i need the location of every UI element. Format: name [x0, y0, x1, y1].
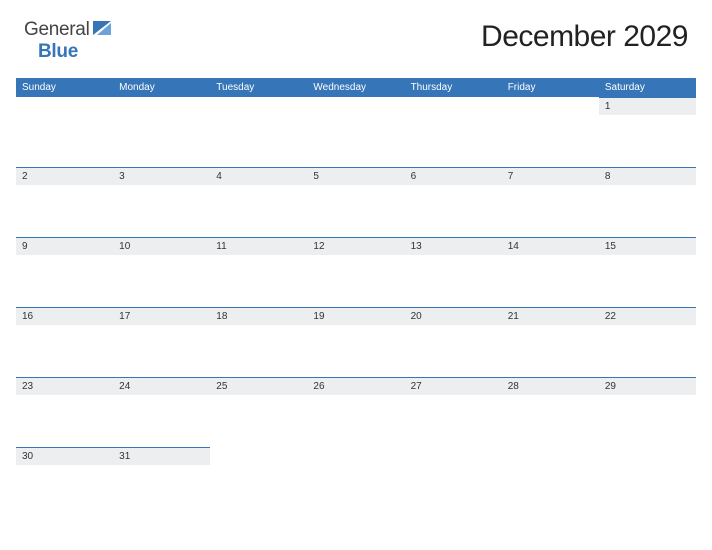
calendar-title: December 2029 [481, 20, 688, 54]
day-number: 4 [210, 168, 307, 185]
day-number: 3 [113, 168, 210, 185]
calendar-day-empty [210, 447, 307, 517]
calendar-day-empty [502, 447, 599, 517]
calendar-day: 7 [502, 167, 599, 237]
logo-triangle-icon [93, 21, 113, 37]
day-number: 20 [405, 308, 502, 325]
day-number: 28 [502, 378, 599, 395]
weekday-header: Saturday [599, 79, 696, 97]
calendar-day: 14 [502, 237, 599, 307]
calendar-day: 10 [113, 237, 210, 307]
calendar-day: 24 [113, 377, 210, 447]
day-number: 21 [502, 308, 599, 325]
weekday-header-row: Sunday Monday Tuesday Wednesday Thursday… [16, 78, 696, 97]
calendar-day-empty [502, 97, 599, 167]
calendar-day: 9 [16, 237, 113, 307]
calendar-day: 3 [113, 167, 210, 237]
calendar-day-empty [405, 97, 502, 167]
calendar-day: 26 [307, 377, 404, 447]
calendar-day-empty [16, 97, 113, 167]
day-number: 7 [502, 168, 599, 185]
calendar-day: 25 [210, 377, 307, 447]
weekday-header: Sunday [16, 79, 113, 97]
calendar-day: 20 [405, 307, 502, 377]
calendar-day: 21 [502, 307, 599, 377]
calendar-day-empty [307, 447, 404, 517]
day-number: 15 [599, 238, 696, 255]
calendar-day: 4 [210, 167, 307, 237]
calendar-day: 1 [599, 97, 696, 167]
day-number: 11 [210, 238, 307, 255]
calendar-day-empty [113, 97, 210, 167]
calendar-day: 27 [405, 377, 502, 447]
day-number: 29 [599, 378, 696, 395]
calendar-day: 8 [599, 167, 696, 237]
calendar-day: 5 [307, 167, 404, 237]
calendar-week: 9 10 11 12 13 14 15 [16, 237, 696, 307]
day-number: 5 [307, 168, 404, 185]
calendar-day: 15 [599, 237, 696, 307]
day-number: 17 [113, 308, 210, 325]
calendar-day: 17 [113, 307, 210, 377]
calendar-day: 23 [16, 377, 113, 447]
day-number: 10 [113, 238, 210, 255]
calendar-grid: Sunday Monday Tuesday Wednesday Thursday… [16, 78, 696, 517]
day-number: 2 [16, 168, 113, 185]
calendar-day: 13 [405, 237, 502, 307]
weekday-header: Wednesday [307, 79, 404, 97]
calendar-day-empty [405, 447, 502, 517]
calendar-header: General Blue December 2029 [16, 20, 696, 62]
calendar-day: 30 [16, 447, 113, 517]
calendar-day: 29 [599, 377, 696, 447]
day-number: 30 [16, 448, 113, 465]
brand-logo: General Blue [24, 20, 113, 62]
calendar-day: 16 [16, 307, 113, 377]
weekday-header: Friday [502, 79, 599, 97]
day-number: 31 [113, 448, 210, 465]
day-number: 9 [16, 238, 113, 255]
day-number: 24 [113, 378, 210, 395]
calendar-day-empty [210, 97, 307, 167]
calendar-day: 22 [599, 307, 696, 377]
logo-text-general: General [24, 19, 90, 40]
calendar-week: 2 3 4 5 6 7 8 [16, 167, 696, 237]
day-number: 22 [599, 308, 696, 325]
calendar-day: 11 [210, 237, 307, 307]
day-number: 12 [307, 238, 404, 255]
calendar-day: 31 [113, 447, 210, 517]
calendar-day: 2 [16, 167, 113, 237]
calendar-day: 19 [307, 307, 404, 377]
day-number: 23 [16, 378, 113, 395]
day-number: 25 [210, 378, 307, 395]
day-number: 16 [16, 308, 113, 325]
day-number: 14 [502, 238, 599, 255]
calendar-week: 1 [16, 97, 696, 167]
day-number: 27 [405, 378, 502, 395]
weekday-header: Thursday [405, 79, 502, 97]
day-number: 19 [307, 308, 404, 325]
day-number: 13 [405, 238, 502, 255]
day-number: 8 [599, 168, 696, 185]
day-number: 1 [599, 98, 696, 115]
calendar-day: 18 [210, 307, 307, 377]
calendar-day: 6 [405, 167, 502, 237]
calendar-week: 30 31 [16, 447, 696, 517]
weekday-header: Monday [113, 79, 210, 97]
calendar-day: 28 [502, 377, 599, 447]
calendar-day: 12 [307, 237, 404, 307]
calendar-week: 23 24 25 26 27 28 29 [16, 377, 696, 447]
calendar-week: 16 17 18 19 20 21 22 [16, 307, 696, 377]
day-number: 18 [210, 308, 307, 325]
day-number: 6 [405, 168, 502, 185]
logo-text-blue: Blue [38, 41, 78, 62]
calendar-day-empty [307, 97, 404, 167]
calendar-day-empty [599, 447, 696, 517]
weekday-header: Tuesday [210, 79, 307, 97]
day-number: 26 [307, 378, 404, 395]
